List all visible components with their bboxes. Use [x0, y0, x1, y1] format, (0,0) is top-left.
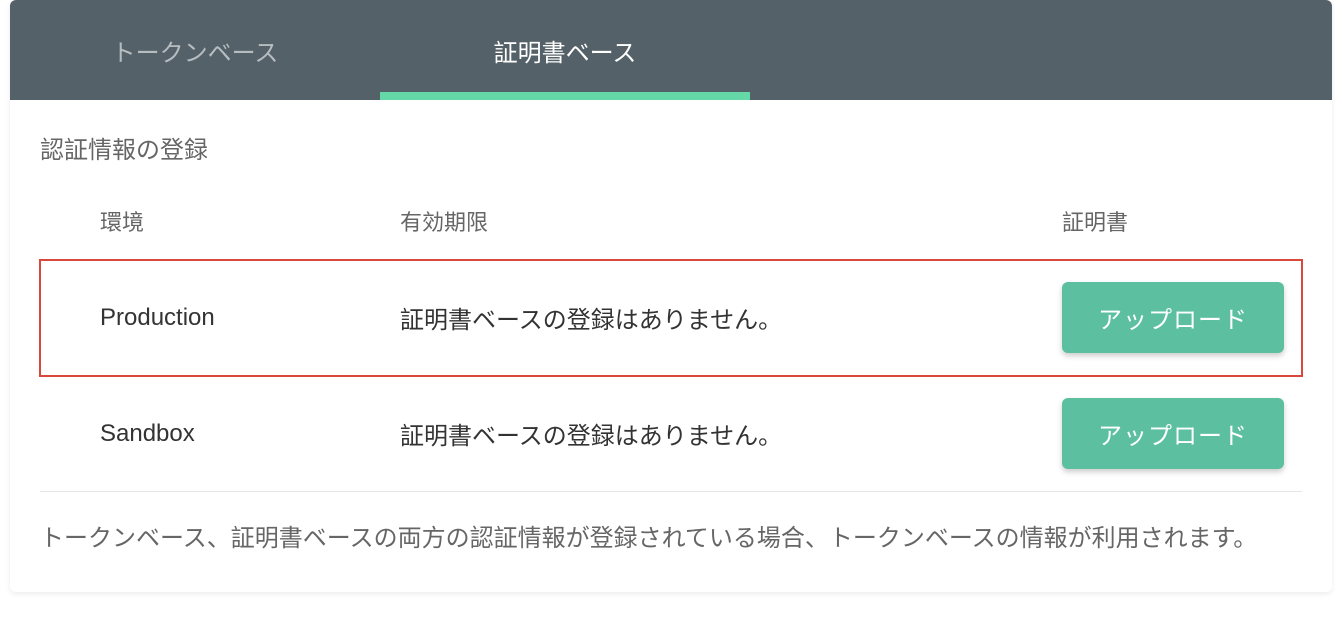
row-action: アップロード: [1062, 398, 1302, 469]
info-note: トークンベース、証明書ベースの両方の認証情報が登録されている場合、トークンベース…: [40, 516, 1302, 562]
tab-certificate-base[interactable]: 証明書ベース: [380, 0, 750, 100]
settings-card: トークンベース 証明書ベース 認証情報の登録 環境 有効期限 証明書 Produ…: [10, 0, 1332, 592]
section-title: 認証情報の登録: [40, 130, 1302, 165]
table-row: Sandbox 証明書ベースの登録はありません。 アップロード: [40, 376, 1302, 492]
row-environment-sandbox: Sandbox: [100, 420, 400, 448]
row-status: 証明書ベースの登録はありません。: [400, 300, 1062, 335]
row-action: アップロード: [1062, 282, 1302, 353]
upload-button-sandbox[interactable]: アップロード: [1062, 398, 1284, 469]
upload-button-production[interactable]: アップロード: [1062, 282, 1284, 353]
row-environment-production: Production: [100, 304, 400, 332]
tab-token-base[interactable]: トークンベース: [10, 0, 380, 100]
cert-table: 環境 有効期限 証明書 Production 証明書ベースの登録はありません。 …: [40, 205, 1302, 492]
column-expiry: 有効期限: [400, 205, 1062, 237]
tab-content: 認証情報の登録 環境 有効期限 証明書 Production 証明書ベースの登録…: [10, 100, 1332, 592]
column-certificate: 証明書: [1062, 205, 1302, 237]
table-row: Production 証明書ベースの登録はありません。 アップロード: [40, 260, 1302, 376]
column-environment: 環境: [100, 205, 400, 237]
tab-bar: トークンベース 証明書ベース: [10, 0, 1332, 100]
row-status: 証明書ベースの登録はありません。: [400, 416, 1062, 451]
table-header: 環境 有効期限 証明書: [40, 205, 1302, 260]
